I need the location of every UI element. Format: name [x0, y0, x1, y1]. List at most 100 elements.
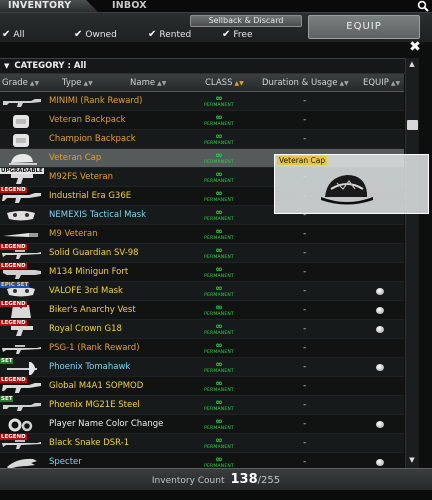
sort-icon: ▲▼ [390, 80, 401, 87]
table-row[interactable]: LEGEND Global M4A1 SOPMOD ∞ PERMANENT - [0, 377, 404, 396]
table-row[interactable]: LEGEND Royal Crown G18 ∞ PERMANENT - [0, 320, 404, 339]
table-row[interactable]: LEGEND Biker's Anarchy Vest ∞ PERMANENT - [0, 301, 404, 320]
duration-value: - [303, 324, 307, 334]
scroll-down-button[interactable]: ▼ [405, 454, 419, 466]
table-row[interactable]: Veteran Backpack ∞ PERMANENT - [0, 111, 404, 130]
item-name: Champion Backpack [49, 134, 136, 144]
infinity-icon: ∞ [215, 284, 223, 294]
table-row[interactable]: EPIC SET VALOFE 3rd Mask ∞ PERMANENT - [0, 282, 404, 301]
inventory-count-bar: Inventory Count 138/255 [0, 468, 432, 490]
table-row[interactable]: MINIMI (Rank Reward) ∞ PERMANENT - [0, 92, 404, 111]
sort-icon: ▲▼ [29, 80, 40, 87]
infinity-icon: ∞ [215, 360, 223, 370]
inventory-count-value: 138 [230, 472, 258, 487]
permanent-label: PERMANENT [204, 236, 234, 241]
grade-badge: SET [0, 358, 14, 364]
duration-value: - [303, 134, 307, 144]
table-row[interactable]: M9 Veteran ∞ PERMANENT - [0, 225, 404, 244]
equipped-indicator-icon [376, 307, 384, 314]
column-name[interactable]: Name ▲▼ [130, 74, 166, 93]
infinity-icon: ∞ [215, 341, 223, 351]
permanent-badge: ∞ PERMANENT [200, 95, 238, 109]
duration-value: - [303, 305, 307, 315]
item-name: Industrial Era G36E [49, 191, 132, 201]
infinity-icon: ∞ [215, 246, 223, 256]
permanent-label: PERMANENT [204, 293, 234, 298]
infinity-icon: ∞ [215, 227, 223, 237]
permanent-label: PERMANENT [204, 179, 234, 184]
category-label: CATEGORY : All [14, 61, 87, 71]
column-class[interactable]: CLASS ▲▼ [205, 74, 244, 93]
permanent-badge: ∞ PERMANENT [200, 418, 238, 432]
permanent-label: PERMANENT [204, 426, 234, 431]
table-row[interactable]: PSG-1 (Rank Reward) ∞ PERMANENT - [0, 339, 404, 358]
duration-value: - [303, 400, 307, 410]
infinity-icon: ∞ [215, 132, 223, 142]
equip-button[interactable]: EQUIP [308, 15, 420, 39]
permanent-label: PERMANENT [204, 369, 234, 374]
search-icon[interactable] [417, 0, 429, 12]
close-icon[interactable]: ✖ [408, 40, 422, 54]
check-icon: ✔ [148, 29, 157, 40]
sort-icon: ▲▼ [339, 80, 349, 87]
table-row[interactable]: SET Phoenix MG21E Steel ∞ PERMANENT - [0, 396, 404, 415]
permanent-badge: ∞ PERMANENT [200, 190, 238, 204]
scroll-up-button[interactable]: ▲ [405, 58, 419, 70]
permanent-label: PERMANENT [204, 274, 234, 279]
duration-value: - [303, 438, 307, 448]
check-icon: ✔ [74, 29, 83, 40]
equipped-indicator-icon [376, 459, 384, 466]
permanent-badge: ∞ PERMANENT [200, 342, 238, 356]
item-name: Phoenix Tomahawk [49, 362, 131, 372]
equipped-indicator-icon [376, 421, 384, 428]
infinity-icon: ∞ [215, 379, 223, 389]
duration-value: - [303, 229, 307, 239]
filter-owned-checkbox[interactable]: ✔ Owned [74, 29, 117, 41]
sort-icon: ▲▼ [157, 80, 167, 87]
tab-inventory[interactable]: INVENTORY [0, 0, 98, 12]
table-row[interactable]: Champion Backpack ∞ PERMANENT - [0, 130, 404, 149]
tab-inbox[interactable]: INBOX [108, 0, 188, 12]
equipped-indicator-icon [376, 288, 384, 295]
infinity-icon: ∞ [215, 303, 223, 313]
permanent-label: PERMANENT [204, 198, 234, 203]
table-row[interactable]: LEGEND Black Snake DSR-1 ∞ PERMANENT - [0, 434, 404, 453]
table-row[interactable]: Player Name Color Change ∞ PERMANENT - [0, 415, 404, 434]
item-name: Solid Guardian SV-98 [49, 248, 139, 258]
filter-free-label: Free [233, 30, 253, 40]
permanent-label: PERMANENT [204, 312, 234, 317]
sellback-discard-button[interactable]: Sellback & Discard [190, 15, 302, 27]
permanent-badge: ∞ PERMANENT [200, 304, 238, 318]
permanent-badge: ∞ PERMANENT [200, 380, 238, 394]
duration-value: - [303, 248, 307, 258]
item-name: VALOFE 3rd Mask [49, 286, 123, 296]
item-name: M9 Veteran [49, 229, 98, 239]
duration-value: - [303, 362, 307, 372]
grade-badge: LEGEND [0, 187, 27, 193]
filter-all-checkbox[interactable]: ✔ All [2, 29, 25, 41]
grade-badge: LEGEND [0, 301, 27, 307]
column-type[interactable]: Type ▲▼ [62, 74, 93, 93]
table-row[interactable]: LEGEND Solid Guardian SV-98 ∞ PERMANENT - [0, 244, 404, 263]
infinity-icon: ∞ [215, 398, 223, 408]
category-dropdown[interactable]: ▼ CATEGORY : All [0, 58, 418, 74]
grade-badge: LEGEND [0, 320, 27, 326]
duration-value: - [303, 96, 307, 106]
scrollbar-thumb[interactable] [407, 120, 418, 130]
column-equip[interactable]: EQUIP ▲▼ [363, 74, 400, 93]
grade-badge: UPGRADABLE [0, 168, 44, 174]
filter-all-label: All [13, 30, 25, 40]
item-name: Global M4A1 SOPMOD [49, 381, 144, 391]
chevron-down-icon: ▼ [4, 62, 10, 70]
table-row[interactable]: SET Phoenix Tomahawk ∞ PERMANENT - [0, 358, 404, 377]
infinity-icon: ∞ [215, 170, 223, 180]
filter-free-checkbox[interactable]: ✔ Free [222, 29, 253, 41]
grade-badge: EPIC SET [0, 282, 30, 288]
column-grade[interactable]: Grade ▲▼ [2, 74, 39, 93]
infinity-icon: ∞ [215, 94, 223, 104]
table-row[interactable]: LEGEND M134 Minigun Fort ∞ PERMANENT - [0, 263, 404, 282]
bottom-strip [0, 490, 432, 500]
column-duration[interactable]: Duration & Usage ▲▼ [262, 74, 349, 93]
permanent-badge: ∞ PERMANENT [200, 323, 238, 337]
filter-rented-checkbox[interactable]: ✔ Rented [148, 29, 191, 41]
